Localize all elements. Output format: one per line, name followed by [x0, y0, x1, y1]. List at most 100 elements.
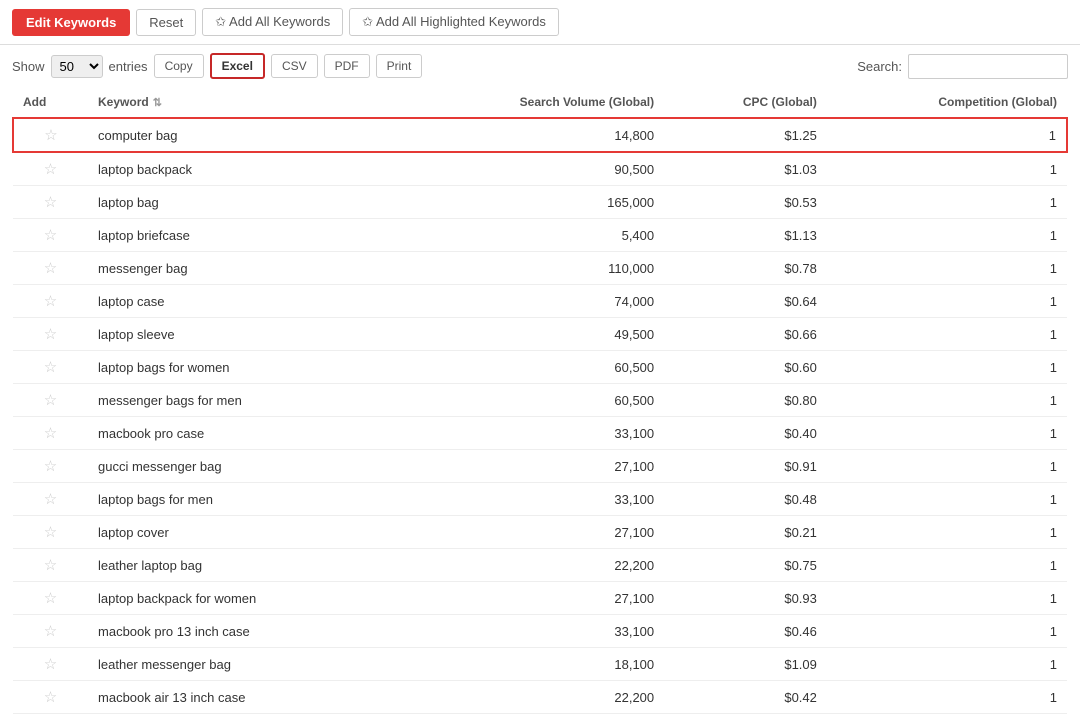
volume-cell: 60,500 [397, 351, 664, 384]
csv-button[interactable]: CSV [271, 54, 318, 78]
competition-cell: 1 [827, 219, 1067, 252]
cpc-cell: $1.09 [664, 648, 827, 681]
header-cpc: CPC (Global) [664, 87, 827, 118]
keyword-cell: laptop bag [88, 186, 397, 219]
keyword-cell: laptop cover [88, 516, 397, 549]
volume-cell: 14,800 [397, 118, 664, 152]
star-cell[interactable]: ☆ [13, 152, 88, 186]
star-cell[interactable]: ☆ [13, 549, 88, 582]
competition-cell: 1 [827, 549, 1067, 582]
star-cell[interactable]: ☆ [13, 384, 88, 417]
star-cell[interactable]: ☆ [13, 582, 88, 615]
table-row: ☆ gucci messenger bag 27,100 $0.91 1 [13, 450, 1067, 483]
sort-icon: ⇅ [153, 96, 162, 109]
volume-cell: 33,100 [397, 483, 664, 516]
cpc-cell: $0.93 [664, 582, 827, 615]
edit-keywords-button[interactable]: Edit Keywords [12, 9, 130, 36]
table-row: ☆ laptop briefcase 5,400 $1.13 1 [13, 219, 1067, 252]
header-keyword[interactable]: Keyword ⇅ [88, 87, 397, 118]
star-cell[interactable]: ☆ [13, 219, 88, 252]
keyword-cell: messenger bag [88, 252, 397, 285]
entries-label: entries [109, 59, 148, 74]
competition-cell: 1 [827, 186, 1067, 219]
star-cell[interactable]: ☆ [13, 417, 88, 450]
reset-button[interactable]: Reset [136, 9, 196, 36]
star-cell[interactable]: ☆ [13, 681, 88, 714]
star-cell[interactable]: ☆ [13, 252, 88, 285]
star-cell[interactable]: ☆ [13, 648, 88, 681]
competition-cell: 1 [827, 615, 1067, 648]
keyword-header-label: Keyword [98, 95, 149, 109]
competition-cell: 1 [827, 516, 1067, 549]
star-cell[interactable]: ☆ [13, 483, 88, 516]
search-label: Search: [857, 59, 902, 74]
cpc-cell: $0.21 [664, 516, 827, 549]
keyword-cell: laptop case [88, 285, 397, 318]
keywords-table: Add Keyword ⇅ Search Volume (Global) CPC… [12, 87, 1068, 714]
star-cell[interactable]: ☆ [13, 118, 88, 152]
keyword-cell: leather laptop bag [88, 549, 397, 582]
star-cell[interactable]: ☆ [13, 351, 88, 384]
excel-button[interactable]: Excel [210, 53, 265, 79]
cpc-cell: $0.46 [664, 615, 827, 648]
cpc-cell: $1.03 [664, 152, 827, 186]
keyword-cell: gucci messenger bag [88, 450, 397, 483]
star-cell[interactable]: ☆ [13, 450, 88, 483]
table-row: ☆ laptop bags for men 33,100 $0.48 1 [13, 483, 1067, 516]
star-cell[interactable]: ☆ [13, 615, 88, 648]
table-row: ☆ laptop backpack 90,500 $1.03 1 [13, 152, 1067, 186]
search-input[interactable] [908, 54, 1068, 79]
table-row: ☆ leather laptop bag 22,200 $0.75 1 [13, 549, 1067, 582]
entries-select[interactable]: 50 25 100 [51, 55, 103, 78]
table-row: ☆ leather messenger bag 18,100 $1.09 1 [13, 648, 1067, 681]
table-row: ☆ laptop sleeve 49,500 $0.66 1 [13, 318, 1067, 351]
competition-cell: 1 [827, 483, 1067, 516]
add-all-keywords-button[interactable]: ✩ Add All Keywords [202, 8, 343, 36]
competition-cell: 1 [827, 118, 1067, 152]
table-row: ☆ computer bag 14,800 $1.25 1 [13, 118, 1067, 152]
keyword-cell: laptop backpack [88, 152, 397, 186]
table-row: ☆ laptop backpack for women 27,100 $0.93… [13, 582, 1067, 615]
print-button[interactable]: Print [376, 54, 423, 78]
star-cell[interactable]: ☆ [13, 285, 88, 318]
cpc-cell: $0.64 [664, 285, 827, 318]
table-row: ☆ macbook pro case 33,100 $0.40 1 [13, 417, 1067, 450]
controls-row: Show 50 25 100 entries Copy Excel CSV PD… [0, 45, 1080, 87]
volume-cell: 27,100 [397, 516, 664, 549]
competition-cell: 1 [827, 152, 1067, 186]
search-container: Search: [857, 54, 1068, 79]
header-competition: Competition (Global) [827, 87, 1067, 118]
cpc-cell: $0.53 [664, 186, 827, 219]
volume-cell: 22,200 [397, 549, 664, 582]
competition-cell: 1 [827, 582, 1067, 615]
cpc-cell: $0.91 [664, 450, 827, 483]
volume-cell: 165,000 [397, 186, 664, 219]
competition-cell: 1 [827, 681, 1067, 714]
header-search-volume: Search Volume (Global) [397, 87, 664, 118]
star-cell[interactable]: ☆ [13, 516, 88, 549]
pdf-button[interactable]: PDF [324, 54, 370, 78]
add-all-highlighted-button[interactable]: ✩ Add All Highlighted Keywords [349, 8, 559, 36]
table-row: ☆ messenger bag 110,000 $0.78 1 [13, 252, 1067, 285]
table-row: ☆ macbook pro 13 inch case 33,100 $0.46 … [13, 615, 1067, 648]
table-row: ☆ macbook air 13 inch case 22,200 $0.42 … [13, 681, 1067, 714]
competition-cell: 1 [827, 351, 1067, 384]
keyword-cell: laptop backpack for women [88, 582, 397, 615]
competition-cell: 1 [827, 384, 1067, 417]
toolbar: Edit Keywords Reset ✩ Add All Keywords ✩… [0, 0, 1080, 45]
copy-button[interactable]: Copy [154, 54, 204, 78]
table-row: ☆ messenger bags for men 60,500 $0.80 1 [13, 384, 1067, 417]
volume-cell: 27,100 [397, 582, 664, 615]
cpc-cell: $0.42 [664, 681, 827, 714]
volume-cell: 33,100 [397, 615, 664, 648]
star-cell[interactable]: ☆ [13, 318, 88, 351]
table-row: ☆ laptop bags for women 60,500 $0.60 1 [13, 351, 1067, 384]
volume-cell: 27,100 [397, 450, 664, 483]
volume-cell: 5,400 [397, 219, 664, 252]
keyword-cell: laptop sleeve [88, 318, 397, 351]
table-row: ☆ laptop cover 27,100 $0.21 1 [13, 516, 1067, 549]
keyword-cell: laptop briefcase [88, 219, 397, 252]
star-cell[interactable]: ☆ [13, 186, 88, 219]
competition-cell: 1 [827, 318, 1067, 351]
competition-cell: 1 [827, 417, 1067, 450]
